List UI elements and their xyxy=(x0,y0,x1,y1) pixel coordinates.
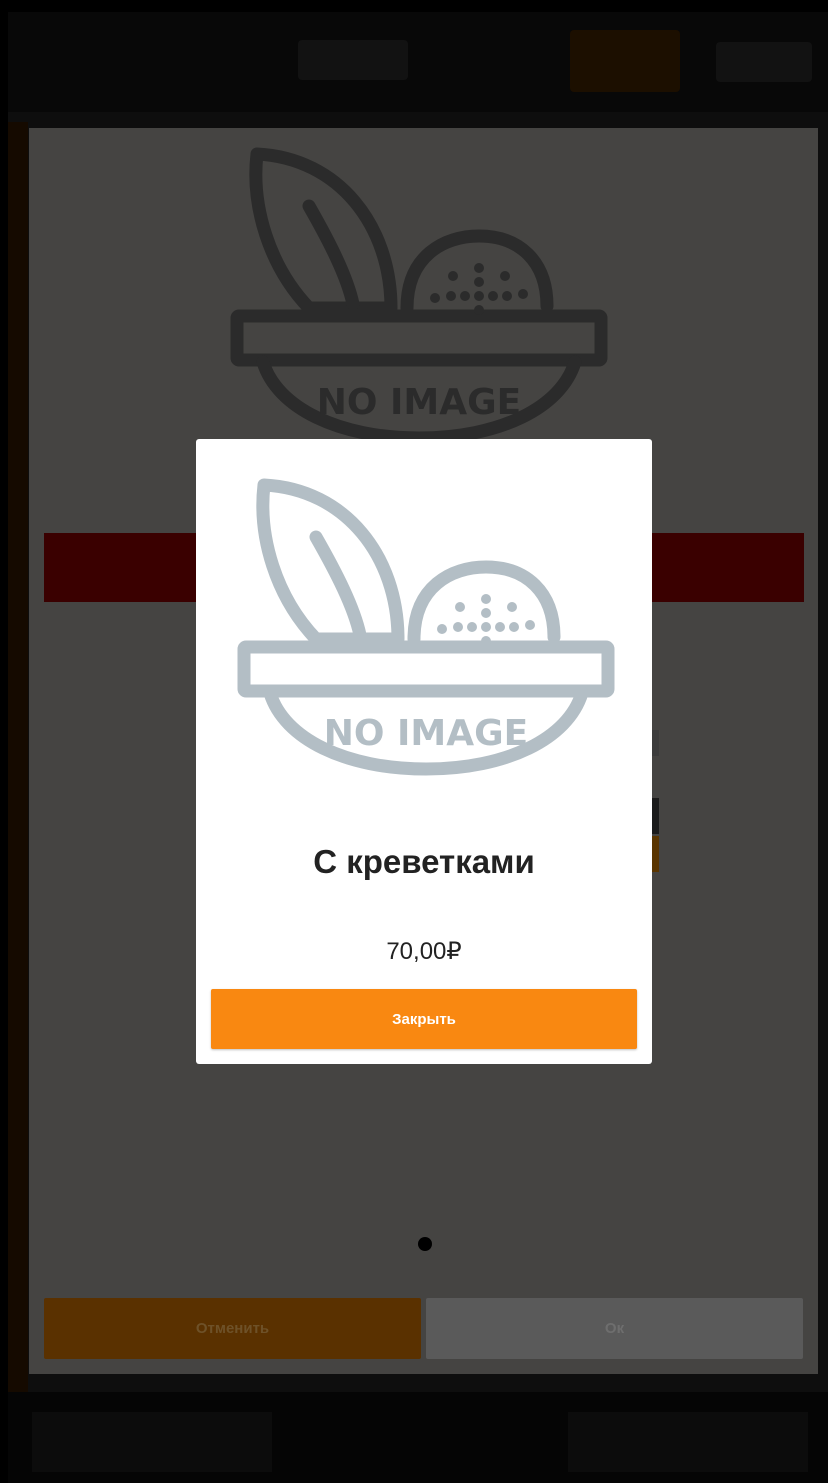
top-bar xyxy=(8,12,828,112)
no-image-text: NO IMAGE xyxy=(324,713,529,754)
product-name: С креветками xyxy=(313,843,535,880)
no-image-text: NO IMAGE xyxy=(317,382,522,423)
top-bar-right-button xyxy=(716,42,812,82)
no-image-bowl-icon: NO IMAGE xyxy=(237,478,615,776)
no-image-bowl-icon: NO IMAGE xyxy=(230,147,608,445)
top-bar-title xyxy=(298,40,408,80)
close-button[interactable]: Закрыть xyxy=(211,989,637,1049)
bottom-bar-right-button xyxy=(568,1412,808,1472)
ok-button[interactable]: Ок xyxy=(426,1298,803,1359)
pager-dot xyxy=(418,1237,432,1251)
bottom-bar-left-button xyxy=(32,1412,272,1472)
top-bar-accent-button xyxy=(570,30,680,92)
cancel-button[interactable]: Отменить xyxy=(44,1298,421,1359)
bottom-bar xyxy=(8,1392,828,1483)
side-strip xyxy=(8,122,28,1392)
product-info-popup: NO IMAGE С креветками 70,00₽ Закрыть xyxy=(196,439,652,1064)
product-price: 70,00₽ xyxy=(386,938,462,965)
